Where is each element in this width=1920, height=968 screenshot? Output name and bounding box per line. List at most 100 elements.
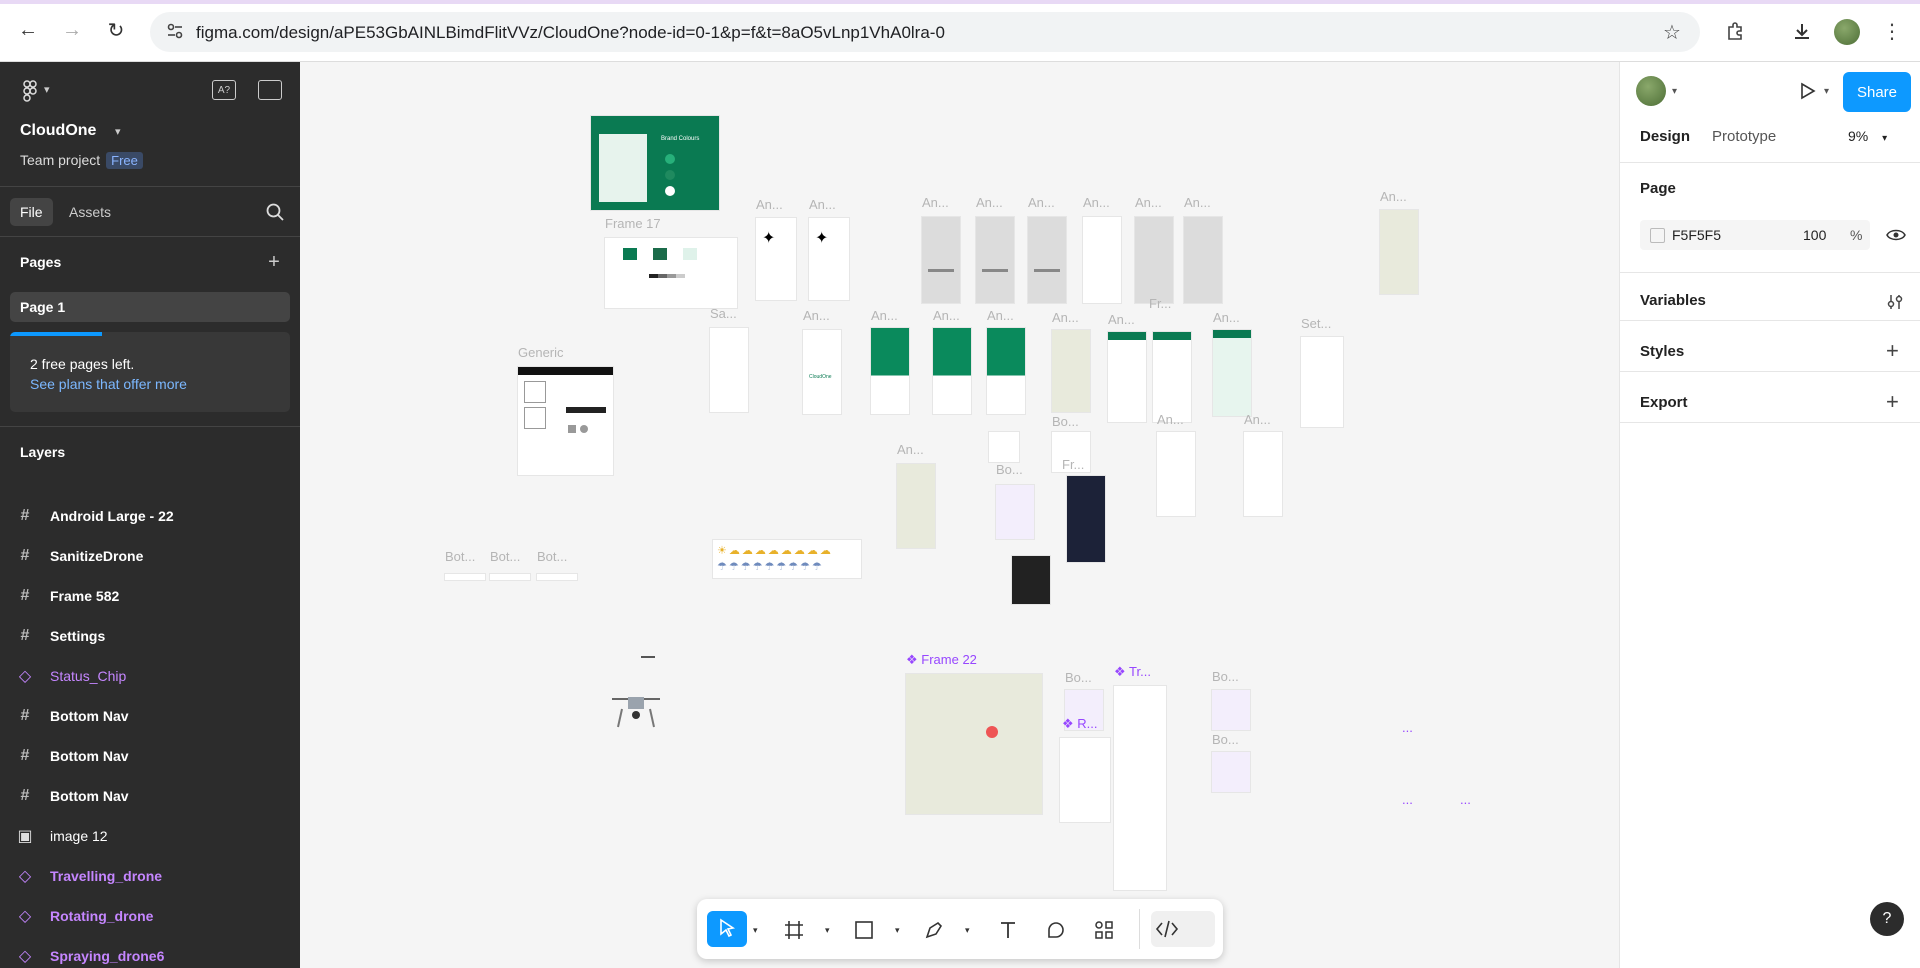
frame-label[interactable]: An... bbox=[922, 195, 949, 210]
frame-label[interactable]: An... bbox=[1135, 195, 1162, 210]
layer-item[interactable]: # Bottom Nav bbox=[0, 736, 300, 776]
download-icon[interactable] bbox=[1790, 19, 1814, 43]
ai-actions-icon[interactable]: A? bbox=[212, 80, 236, 100]
layer-item[interactable]: ◇ Status_Chip bbox=[0, 656, 300, 696]
frame-label[interactable]: An... bbox=[1244, 412, 1271, 427]
layer-item[interactable]: # SanitizeDrone bbox=[0, 536, 300, 576]
forward-icon[interactable]: → bbox=[60, 18, 84, 42]
variables-settings-icon[interactable] bbox=[1886, 293, 1904, 311]
frame-label[interactable]: An... bbox=[756, 197, 783, 212]
component-label-frame22[interactable]: ❖ Frame 22 bbox=[906, 652, 977, 668]
map-screen[interactable] bbox=[1052, 330, 1090, 412]
frame-label[interactable]: An... bbox=[1380, 189, 1407, 204]
url-text[interactable]: figma.com/design/aPE53GbAINLBimdFlitVVz/… bbox=[196, 23, 945, 43]
figma-logo-icon[interactable] bbox=[20, 80, 40, 102]
move-tool-chevron-icon[interactable]: ▾ bbox=[753, 925, 758, 936]
frame-tool-chevron-icon[interactable]: ▾ bbox=[825, 925, 830, 936]
team-name[interactable]: Team project bbox=[20, 152, 100, 168]
component-label[interactable]: ... bbox=[1402, 720, 1413, 735]
bottom-nav-frame[interactable] bbox=[537, 574, 577, 580]
layer-item[interactable]: # Bottom Nav bbox=[0, 776, 300, 816]
frame-label[interactable]: Bot... bbox=[445, 549, 475, 564]
layer-item[interactable]: # Bottom Nav bbox=[0, 696, 300, 736]
profile-avatar[interactable] bbox=[1834, 19, 1860, 45]
zoom-chevron-icon[interactable]: ▾ bbox=[1882, 133, 1887, 144]
actions-tool-icon[interactable] bbox=[1093, 919, 1115, 941]
back-icon[interactable]: ← bbox=[16, 18, 40, 42]
tab-file[interactable]: File bbox=[10, 198, 53, 226]
layer-item[interactable]: # Android Large - 22 bbox=[0, 496, 300, 536]
onboarding-screen[interactable]: ✦ bbox=[809, 218, 849, 300]
layer-item[interactable]: ▣ image 12 bbox=[0, 816, 300, 856]
generic-frame[interactable] bbox=[518, 367, 613, 475]
search-icon[interactable] bbox=[265, 202, 285, 222]
splash-screen[interactable] bbox=[710, 328, 748, 412]
component-label-rotating[interactable]: ❖ R... bbox=[1062, 716, 1098, 732]
frame-tool-icon[interactable] bbox=[783, 919, 805, 941]
frame-label[interactable]: An... bbox=[1028, 195, 1055, 210]
onboarding-screen[interactable]: ✦ bbox=[756, 218, 796, 300]
map-screen[interactable] bbox=[1380, 210, 1418, 294]
bottom-sheet-frame[interactable] bbox=[1212, 752, 1250, 792]
frame-17[interactable] bbox=[605, 238, 737, 308]
frame-label[interactable]: Bo... bbox=[1052, 414, 1079, 429]
frame-label[interactable]: Fr... bbox=[1062, 457, 1084, 472]
frame-label[interactable]: An... bbox=[933, 308, 960, 323]
add-export-icon[interactable]: + bbox=[1886, 391, 1899, 413]
travelling-drone-component[interactable] bbox=[1114, 686, 1166, 890]
pen-tool-icon[interactable] bbox=[923, 919, 945, 941]
frame-label[interactable]: An... bbox=[803, 308, 830, 323]
details-screen[interactable] bbox=[1153, 332, 1191, 422]
page-item-1[interactable]: Page 1 bbox=[10, 292, 290, 322]
blank-screen[interactable] bbox=[1157, 432, 1195, 516]
frame-label[interactable]: An... bbox=[1157, 412, 1184, 427]
profile-card[interactable] bbox=[989, 432, 1019, 462]
frame-label-generic[interactable]: Generic bbox=[518, 345, 564, 360]
styles-section-title[interactable]: Styles bbox=[1640, 343, 1684, 360]
loading-screen[interactable] bbox=[976, 217, 1014, 303]
design-canvas[interactable]: Brand Colours Frame 17 Generic An... ✦ A… bbox=[300, 62, 1619, 968]
frame-label[interactable]: An... bbox=[809, 197, 836, 212]
bottom-nav-frame[interactable] bbox=[445, 574, 485, 580]
frame-label[interactable]: An... bbox=[1083, 195, 1110, 210]
frame-label[interactable]: Fr... bbox=[1149, 296, 1171, 311]
bottom-sheet-frame[interactable] bbox=[1212, 690, 1250, 730]
frame-label[interactable]: An... bbox=[871, 308, 898, 323]
frame-label[interactable]: Bo... bbox=[1212, 732, 1239, 747]
list-screen[interactable] bbox=[1213, 330, 1251, 416]
weather-icons-frame[interactable]: ☀☁☁☁☁☁☁☁☁ ☂☂☂☂☂☂☂☂☂ bbox=[713, 540, 861, 578]
page-color-field[interactable]: F5F5F5 100 % bbox=[1640, 220, 1870, 250]
frame-label[interactable]: Bot... bbox=[490, 549, 520, 564]
browser-menu-icon[interactable]: ⋮ bbox=[1880, 19, 1904, 43]
loading-screen[interactable] bbox=[1184, 217, 1222, 303]
settings-screen[interactable] bbox=[1301, 337, 1343, 427]
plan-badge[interactable]: Free bbox=[106, 152, 143, 169]
details-screen[interactable] bbox=[1108, 332, 1146, 422]
loading-screen[interactable] bbox=[1135, 217, 1173, 303]
pen-tool-chevron-icon[interactable]: ▾ bbox=[965, 925, 970, 936]
page-color-hex[interactable]: F5F5F5 bbox=[1672, 227, 1721, 243]
frame-label-frame17[interactable]: Frame 17 bbox=[605, 216, 661, 231]
site-settings-icon[interactable] bbox=[166, 22, 184, 40]
text-tool-icon[interactable] bbox=[997, 919, 1019, 941]
project-name[interactable]: CloudOne bbox=[20, 122, 96, 140]
frame-label[interactable]: Sa... bbox=[710, 306, 737, 321]
page-color-opacity[interactable]: 100 bbox=[1803, 227, 1826, 243]
loading-screen[interactable] bbox=[1028, 217, 1066, 303]
visibility-eye-icon[interactable] bbox=[1886, 228, 1906, 242]
empty-screen[interactable] bbox=[1083, 217, 1121, 303]
onboarding-green-screen[interactable] bbox=[933, 328, 971, 414]
frame-label[interactable]: An... bbox=[897, 442, 924, 457]
frame-label[interactable]: An... bbox=[1108, 312, 1135, 327]
booking-card[interactable] bbox=[996, 485, 1034, 539]
present-play-icon[interactable] bbox=[1796, 80, 1818, 102]
empty-state-screen[interactable] bbox=[1244, 432, 1282, 516]
frame-label[interactable]: Bot... bbox=[537, 549, 567, 564]
logo-screen[interactable]: CloudOne bbox=[803, 330, 841, 414]
onboarding-green-screen[interactable] bbox=[871, 328, 909, 414]
layer-item[interactable]: ◇ Rotating_drone bbox=[0, 896, 300, 936]
component-label[interactable]: ... bbox=[1460, 792, 1471, 807]
frame-label[interactable]: An... bbox=[976, 195, 1003, 210]
layer-item[interactable]: # Settings bbox=[0, 616, 300, 656]
brand-colours-frame[interactable]: Brand Colours bbox=[591, 116, 719, 210]
